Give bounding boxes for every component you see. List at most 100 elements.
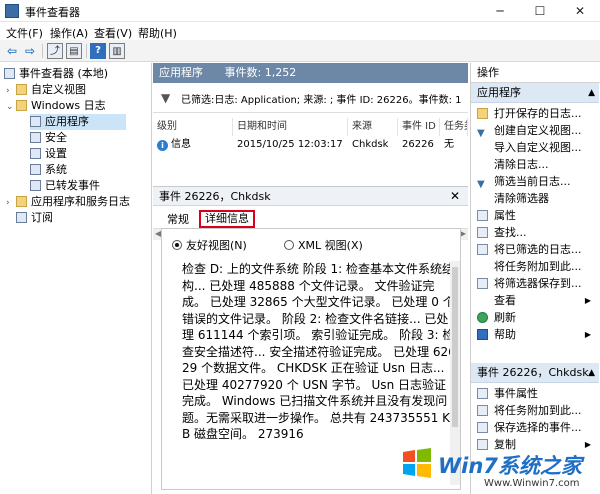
action-clear-log[interactable]: 清除日志... [477, 156, 597, 173]
action-create-custom-view[interactable]: ▼ 创建自定义视图... [477, 122, 597, 139]
radio-friendly-view[interactable]: 友好视图(N) [172, 237, 247, 253]
submenu-arrow-icon: ▶ [584, 296, 591, 305]
action-refresh[interactable]: 刷新 [477, 309, 597, 326]
tree-item-system[interactable]: 系统 [30, 162, 67, 178]
expand-icon[interactable]: › [6, 195, 16, 211]
save-icon [477, 422, 488, 433]
folder-icon [16, 100, 27, 111]
find-icon [477, 227, 488, 238]
cell-event-id: 26226 [402, 139, 434, 150]
action-clear-filter[interactable]: 清除筛选器 [477, 190, 597, 207]
column-header-level[interactable]: 级别 [153, 118, 233, 136]
event-detail-title: 事件 26226，Chkdsk [159, 190, 271, 203]
close-button[interactable]: ✕ [560, 0, 600, 22]
cell-level: i 信息 [153, 136, 233, 154]
show-hide-tree-icon[interactable]: ▤ [66, 43, 82, 59]
action-properties[interactable]: 属性 [477, 207, 597, 224]
navigation-tree: 事件查看器 (本地) › 自定义视图 ⌄ Windows 日志 应用程序 安全 设置… [0, 63, 152, 494]
computer-icon [4, 68, 15, 79]
tab-general[interactable]: 常规 [163, 212, 193, 228]
expand-icon[interactable]: › [6, 83, 16, 99]
action-filter-current-log[interactable]: ▼ 筛选当前日志... [477, 173, 597, 190]
actions-section-application[interactable]: 应用程序 ▲ [471, 83, 599, 103]
filter-funnel-icon: ▼ [161, 91, 171, 105]
log-icon [30, 164, 41, 175]
log-icon [30, 132, 41, 143]
actions-section-event[interactable]: 事件 26226，Chkdsk ▲ [471, 363, 599, 383]
action-save-filtered-log[interactable]: 将已筛选的日志... [477, 241, 597, 258]
tree-item-custom-views[interactable]: › 自定义视图 [6, 82, 86, 98]
action-help[interactable]: 帮助 ▶ [477, 326, 597, 343]
radio-xml-view[interactable]: XML 视图(X) [284, 237, 363, 253]
filter-bar: ▼ 已筛选:日志: Application; 来源: ; 事件 ID: 2622… [153, 83, 468, 113]
save-filter-icon [477, 278, 488, 289]
event-count: 事件数: 1,252 [224, 66, 297, 79]
cell-source: Chkdsk [352, 139, 389, 150]
help-icon [477, 329, 488, 340]
info-icon: i [157, 140, 168, 151]
folder-icon [16, 84, 27, 95]
filter-icon: ▼ [477, 179, 485, 190]
scroll-thumb[interactable] [452, 267, 458, 427]
watermark-url: Www.Winwin7.com [484, 478, 580, 489]
column-header-task[interactable]: 任务类 [440, 118, 468, 136]
menu-help[interactable]: 帮助(H) [138, 25, 177, 41]
collapse-icon[interactable]: ▲ [588, 363, 595, 382]
tree-item-subscriptions[interactable]: 订阅 [16, 210, 53, 226]
collapse-icon[interactable]: ⌄ [6, 99, 16, 115]
filter-text: 已筛选:日志: Application; 来源: ; 事件 ID: 26226。… [181, 95, 462, 106]
column-header-source[interactable]: 来源 [348, 118, 398, 136]
up-folder-icon[interactable]: ⤴ [47, 43, 63, 59]
action-find[interactable]: 查找... [477, 224, 597, 241]
forward-arrow-icon[interactable]: ⇨ [22, 43, 38, 59]
save-icon [477, 244, 488, 255]
menu-view[interactable]: 查看(V) [94, 25, 132, 41]
tree-item-root[interactable]: 事件查看器 (本地) [4, 66, 108, 82]
menu-bar: 文件(F) 操作(A) 查看(V) 帮助(H) [0, 22, 600, 40]
event-viewer-app-icon [5, 4, 19, 18]
action-save-filter[interactable]: 将筛选器保存到... [477, 275, 597, 292]
window-title: 事件查看器 [25, 6, 80, 19]
collapse-icon[interactable]: ▲ [588, 83, 595, 102]
column-header-datetime[interactable]: 日期和时间 [233, 118, 348, 136]
minimize-button[interactable]: ─ [480, 0, 520, 22]
action-open-saved-log[interactable]: 打开保存的日志... [477, 105, 597, 122]
detail-tabs: 常规 详细信息 [161, 210, 461, 228]
title-bar: 事件查看器 ─ ☐ ✕ [0, 0, 600, 22]
actions-pane: 操作 应用程序 ▲ 打开保存的日志... ▼ 创建自定义视图... 导入自定义视图.… [470, 63, 600, 494]
action-attach-task-event[interactable]: 将任务附加到此... [477, 402, 597, 419]
action-pane-icon[interactable]: ▥ [109, 43, 125, 59]
toolbar: ⇦ ⇨ ⤴ ▤ ? ▥ [0, 40, 600, 62]
tree-item-setup[interactable]: 设置 [30, 146, 67, 162]
table-row[interactable]: i 信息 2015/10/25 12:03:17 Chkdsk 26226 无 [153, 136, 468, 154]
back-arrow-icon[interactable]: ⇦ [4, 43, 20, 59]
action-attach-task-log[interactable]: 将任务附加到此... [477, 258, 597, 275]
subscription-icon [16, 212, 27, 223]
close-detail-icon[interactable]: ✕ [450, 187, 460, 206]
column-header-event-id[interactable]: 事件 ID [398, 118, 440, 136]
tree-item-application[interactable]: 应用程序 [30, 114, 126, 130]
tree-item-apps-services[interactable]: › 应用程序和服务日志 [6, 194, 130, 210]
event-detail-header: 事件 26226，Chkdsk ✕ [153, 186, 468, 206]
tree-item-forwarded[interactable]: 已转发事件 [30, 178, 100, 194]
log-icon [30, 116, 41, 127]
menu-action[interactable]: 操作(A) [50, 25, 88, 41]
tree-item-windows-logs[interactable]: ⌄ Windows 日志 [6, 98, 106, 114]
maximize-button[interactable]: ☐ [520, 0, 560, 22]
tab-details[interactable]: 详细信息 [199, 210, 255, 228]
actions-header: 操作 [471, 63, 600, 83]
action-save-selected-events[interactable]: 保存选择的事件... [477, 419, 597, 436]
action-import-custom-view[interactable]: 导入自定义视图... [477, 139, 597, 156]
radio-unselected-icon [284, 240, 294, 250]
watermark-brand: Win7系统之家 [438, 454, 582, 478]
help-icon[interactable]: ? [90, 43, 106, 59]
tree-item-security[interactable]: 安全 [30, 130, 67, 146]
radio-selected-icon [172, 240, 182, 250]
menu-file[interactable]: 文件(F) [6, 25, 43, 41]
refresh-icon [477, 312, 488, 323]
action-event-properties[interactable]: 事件属性 [477, 385, 597, 402]
task-icon [477, 405, 488, 416]
properties-icon [477, 210, 488, 221]
action-view[interactable]: 查看 ▶ [477, 292, 597, 309]
log-icon [30, 148, 41, 159]
